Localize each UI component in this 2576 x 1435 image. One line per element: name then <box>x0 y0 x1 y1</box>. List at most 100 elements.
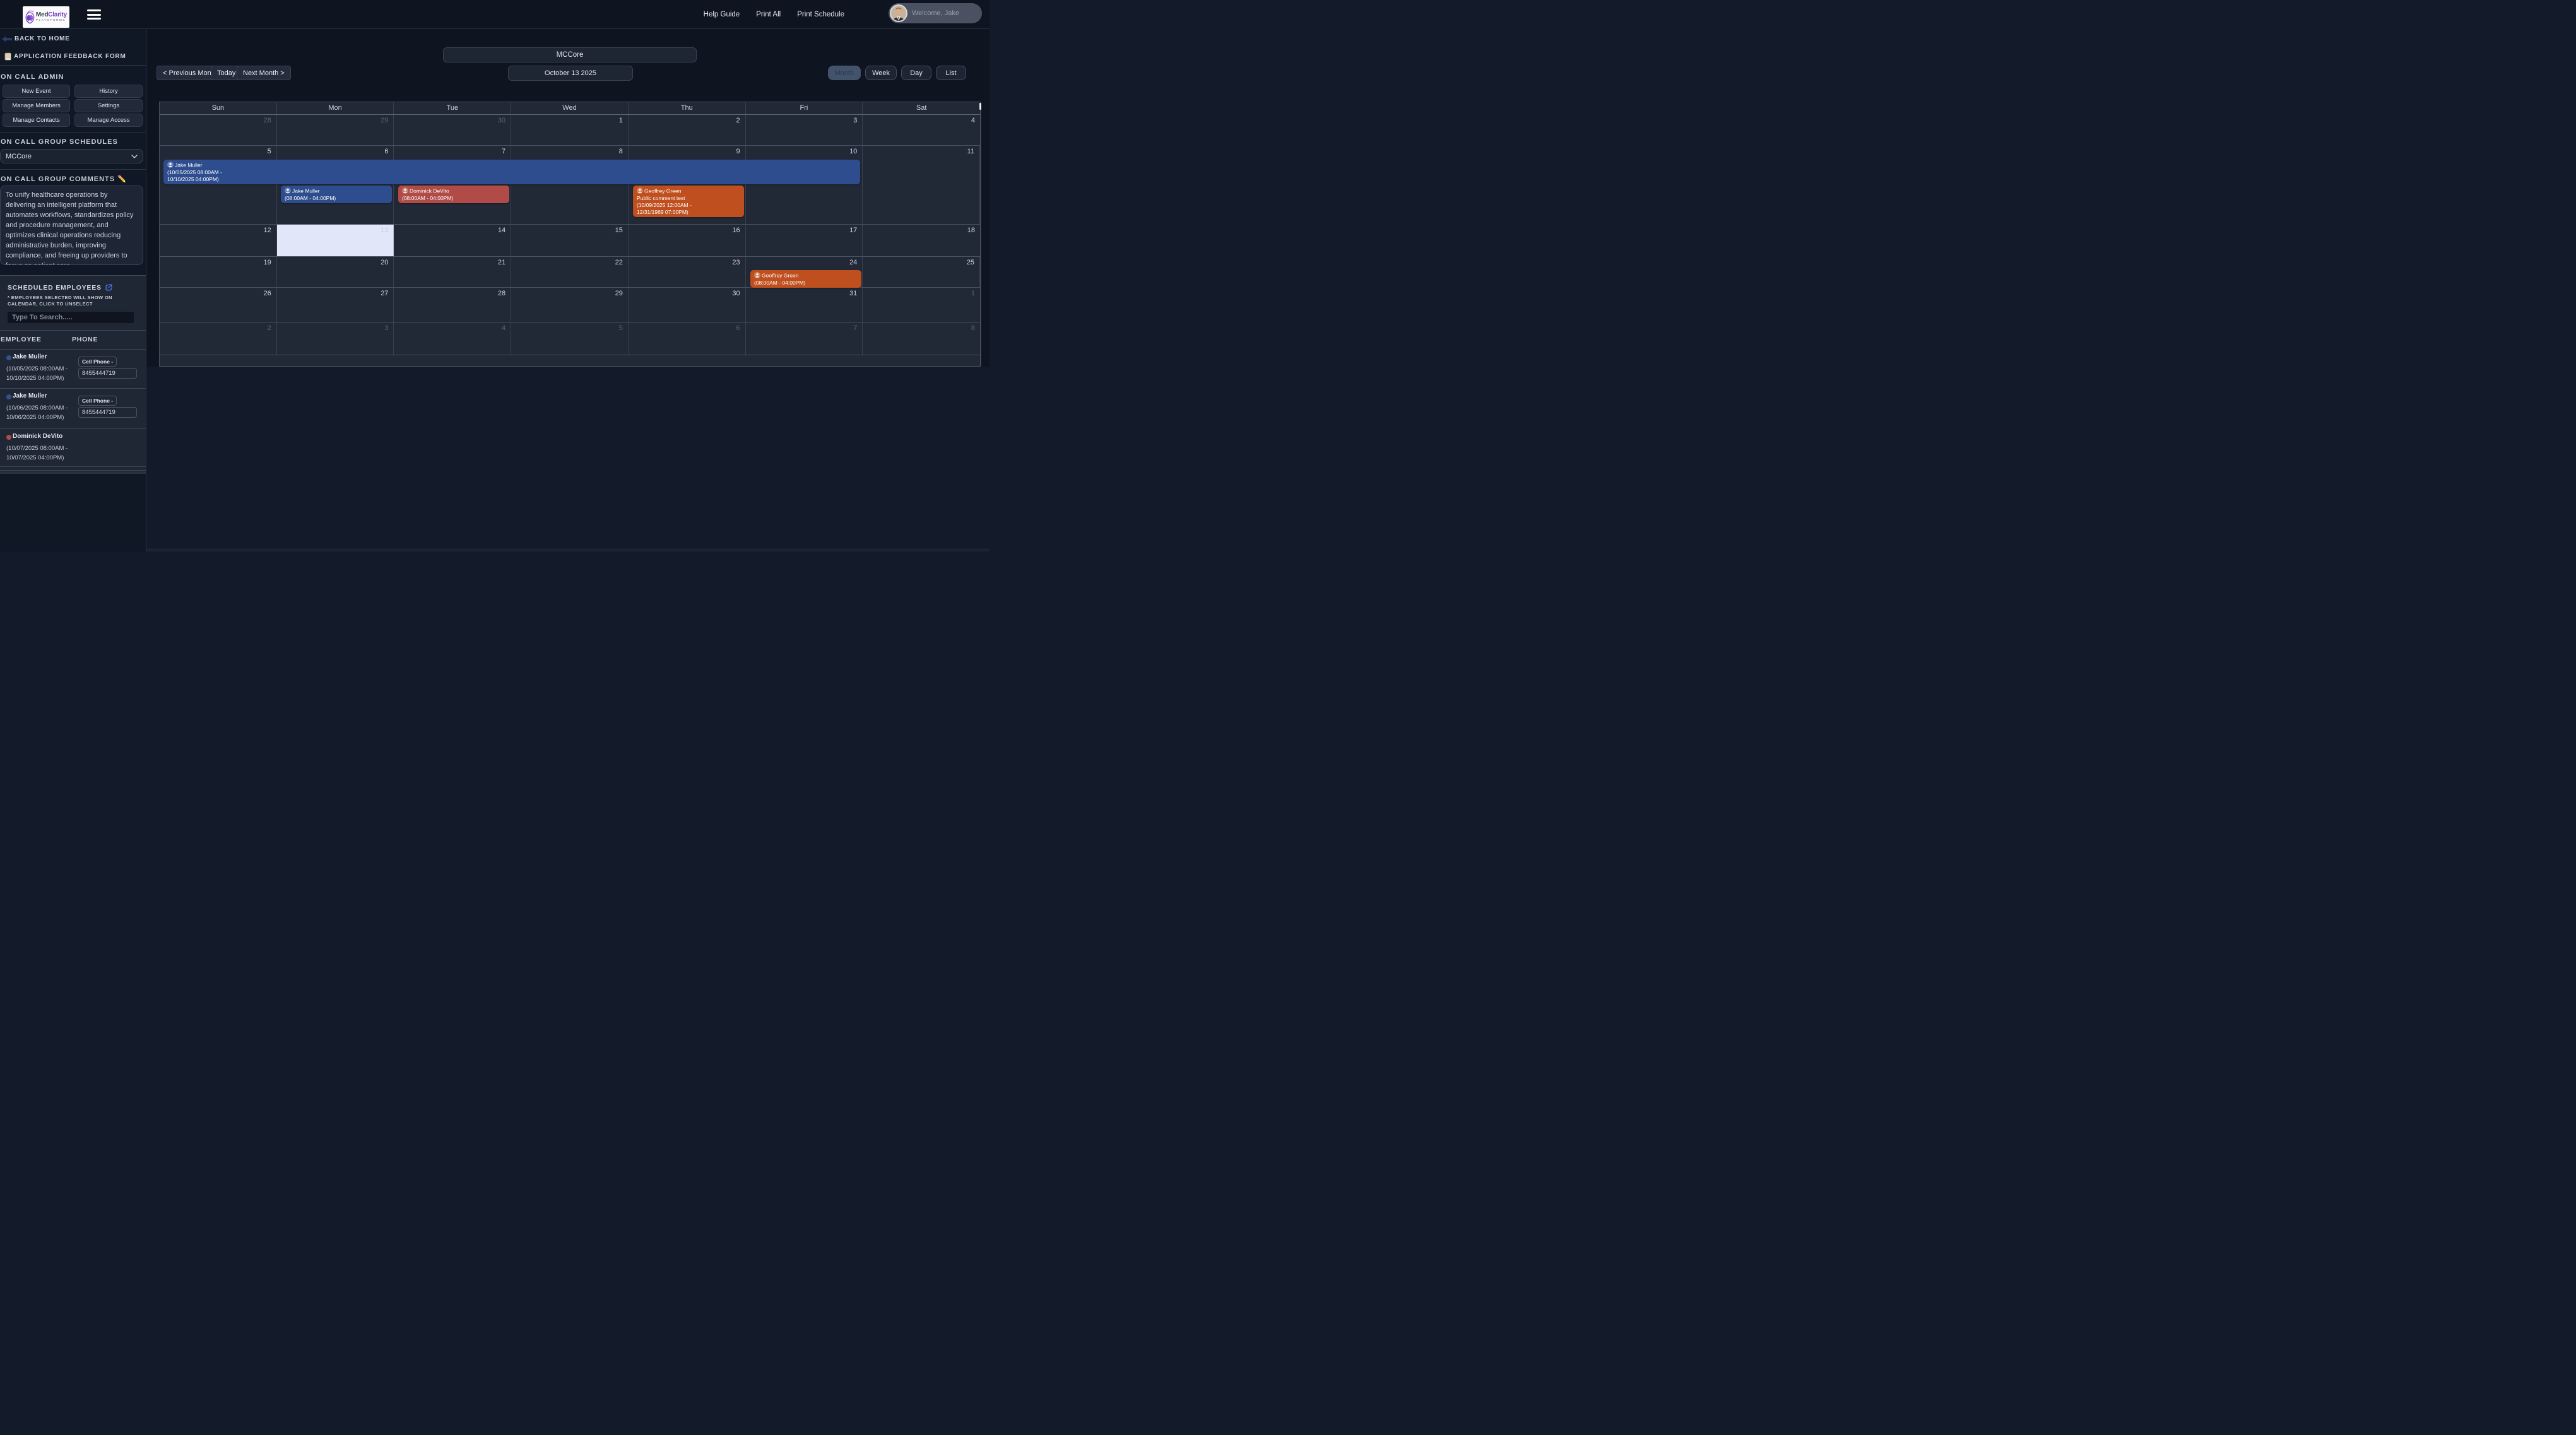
admin-button-history[interactable]: History <box>74 85 143 98</box>
day-cell[interactable]: 17 <box>746 225 863 256</box>
scheduled-employees-heading: SCHEDULED EMPLOYEES <box>8 284 102 292</box>
day-cell[interactable]: 5 <box>160 146 277 224</box>
employee-search-input[interactable] <box>8 312 134 323</box>
calendar-event-multiday[interactable]: Jake Muller(10/05/2025 08:00AM -10/10/20… <box>163 160 860 184</box>
day-cell[interactable]: 30 <box>394 115 511 145</box>
calendar-event[interactable]: Dominick DeVito(08:00AM - 04:00PM) <box>398 186 509 203</box>
group-schedule-select[interactable]: MCCore <box>0 149 143 163</box>
day-cell[interactable]: 2 <box>629 115 746 145</box>
calendar-scrollbar-thumb[interactable] <box>979 103 981 110</box>
admin-button-manage-contacts[interactable]: Manage Contacts <box>3 114 70 127</box>
employee-name: Dominick DeVito <box>13 433 62 440</box>
sidebar-scrollbar[interactable] <box>0 471 146 474</box>
day-cell[interactable]: 28 <box>394 288 511 322</box>
day-cell[interactable]: 6 <box>277 146 394 224</box>
brain-shield-logo-icon <box>25 9 35 25</box>
external-link-icon[interactable] <box>105 283 113 292</box>
day-header-tue: Tue <box>394 102 511 114</box>
user-menu-button[interactable]: Welcome, Jake <box>889 3 982 23</box>
day-cell[interactable]: 14 <box>394 225 511 256</box>
day-cell[interactable]: 31 <box>746 288 863 322</box>
employee-row[interactable]: Jake Muller(10/05/2025 08:00AM -10/10/20… <box>0 350 146 389</box>
employee-row[interactable]: Jake Muller(10/06/2025 08:00AM -10/06/20… <box>0 389 146 429</box>
employee-date-range: (10/06/2025 08:00AM -10/06/2025 04:00PM) <box>6 403 68 422</box>
view-button-month[interactable]: Month <box>828 66 861 80</box>
view-button-week[interactable]: Week <box>865 66 897 80</box>
employee-color-dot <box>6 394 11 399</box>
admin-button-manage-access[interactable]: Manage Access <box>74 114 143 127</box>
day-cell[interactable]: 26 <box>160 288 277 322</box>
admin-button-grid: New Event History Manage Members Settings Ma… <box>3 85 143 127</box>
medclarity-logo: MedClarity PLATOFORMS <box>23 6 69 28</box>
top-link-help-guide[interactable]: Help Guide <box>704 11 740 18</box>
admin-button-manage-members[interactable]: Manage Members <box>3 99 70 112</box>
employee-row[interactable]: Dominick DeVito(10/07/2025 08:00AM -10/0… <box>0 429 146 467</box>
day-cell[interactable]: 15 <box>511 225 629 256</box>
day-cell[interactable]: 20 <box>277 257 394 287</box>
day-cell[interactable]: 21 <box>394 257 511 287</box>
view-button-list[interactable]: List <box>936 66 966 80</box>
day-cell[interactable]: 4 <box>863 115 980 145</box>
day-cell[interactable]: 5 <box>511 322 629 355</box>
day-cell-today[interactable]: 13 <box>277 225 394 256</box>
top-link-print-schedule[interactable]: Print Schedule <box>797 11 844 18</box>
group-schedules-heading: ON CALL GROUP SCHEDULES <box>1 138 118 146</box>
top-link-print-all[interactable]: Print All <box>756 11 781 18</box>
admin-button-settings[interactable]: Settings <box>74 99 143 112</box>
view-button-day[interactable]: Day <box>901 66 931 80</box>
edit-comments-pencil-icon[interactable]: ✏️ <box>117 175 127 183</box>
group-comments-heading: ON CALL GROUP COMMENTS ✏️ <box>1 175 127 183</box>
day-cell[interactable]: 4 <box>394 322 511 355</box>
back-to-home-link[interactable]: BACK TO HOME <box>2 35 70 42</box>
day-cell[interactable]: 22 <box>511 257 629 287</box>
day-cell[interactable]: 7 <box>746 322 863 355</box>
cell-phone-input[interactable] <box>78 368 137 379</box>
selected-group: MCCore <box>6 153 131 160</box>
calendar-event[interactable]: Geoffrey Green(08:00AM - 04:00PM) <box>750 270 861 288</box>
day-cell[interactable]: 29 <box>277 115 394 145</box>
application-feedback-form-link[interactable]: APPLICATION FEEDBACK FORM <box>4 52 126 61</box>
avatar <box>890 4 907 22</box>
calendar-event[interactable]: Jake Muller(08:00AM - 04:00PM) <box>281 186 392 203</box>
hamburger-menu-icon[interactable] <box>87 9 101 20</box>
day-cell[interactable]: 16 <box>629 225 746 256</box>
admin-button-new-event[interactable]: New Event <box>3 85 70 98</box>
divider <box>0 169 146 170</box>
calendar-event[interactable]: Geoffrey GreenPublic comment test(10/09/… <box>633 186 744 217</box>
day-cell[interactable]: 23 <box>629 257 746 287</box>
horizontal-scrollbar[interactable] <box>0 548 990 552</box>
day-cell[interactable]: 28 <box>160 115 277 145</box>
calendar-week-row: 12131415161718 <box>160 225 980 257</box>
day-cell[interactable]: 18 <box>863 225 980 256</box>
employee-rows: Jake Muller(10/05/2025 08:00AM -10/10/20… <box>0 350 146 467</box>
day-cell[interactable]: 29 <box>511 288 629 322</box>
day-header-row: SunMonTueWedThuFriSat <box>160 102 980 115</box>
day-cell[interactable]: 1 <box>863 288 980 322</box>
day-cell[interactable]: 30 <box>629 288 746 322</box>
day-cell[interactable]: 1 <box>511 115 629 145</box>
calendar-week-row: 2345678 <box>160 322 980 355</box>
day-cell[interactable]: 11 <box>863 146 980 224</box>
day-cell[interactable]: 12 <box>160 225 277 256</box>
day-cell[interactable]: 8 <box>511 146 629 224</box>
day-cell[interactable]: 6 <box>629 322 746 355</box>
day-cell[interactable]: 7 <box>394 146 511 224</box>
day-cell[interactable]: 8 <box>863 322 980 355</box>
day-cell[interactable]: 3 <box>746 115 863 145</box>
day-cell[interactable]: 10 <box>746 146 863 224</box>
day-cell[interactable]: 25 <box>863 257 980 287</box>
day-cell[interactable]: 2 <box>160 322 277 355</box>
employee-table-header: EMPLOYEE PHONE <box>0 331 146 350</box>
day-cell[interactable]: 19 <box>160 257 277 287</box>
day-cell[interactable]: 3 <box>277 322 394 355</box>
calendar-group-title[interactable]: MCCore <box>443 47 697 62</box>
employee-date-range: (10/05/2025 08:00AM -10/10/2025 04:00PM) <box>6 364 68 383</box>
cell-phone-label: Cell Phone - <box>78 396 117 406</box>
next-month-button[interactable]: Next Month > <box>237 66 291 80</box>
person-icon <box>167 162 174 168</box>
employee-color-dot <box>6 355 11 360</box>
top-nav-links: Help Guide Print All Print Schedule <box>704 0 844 29</box>
person-icon <box>285 187 291 194</box>
day-cell[interactable]: 27 <box>277 288 394 322</box>
cell-phone-input[interactable] <box>78 407 137 418</box>
